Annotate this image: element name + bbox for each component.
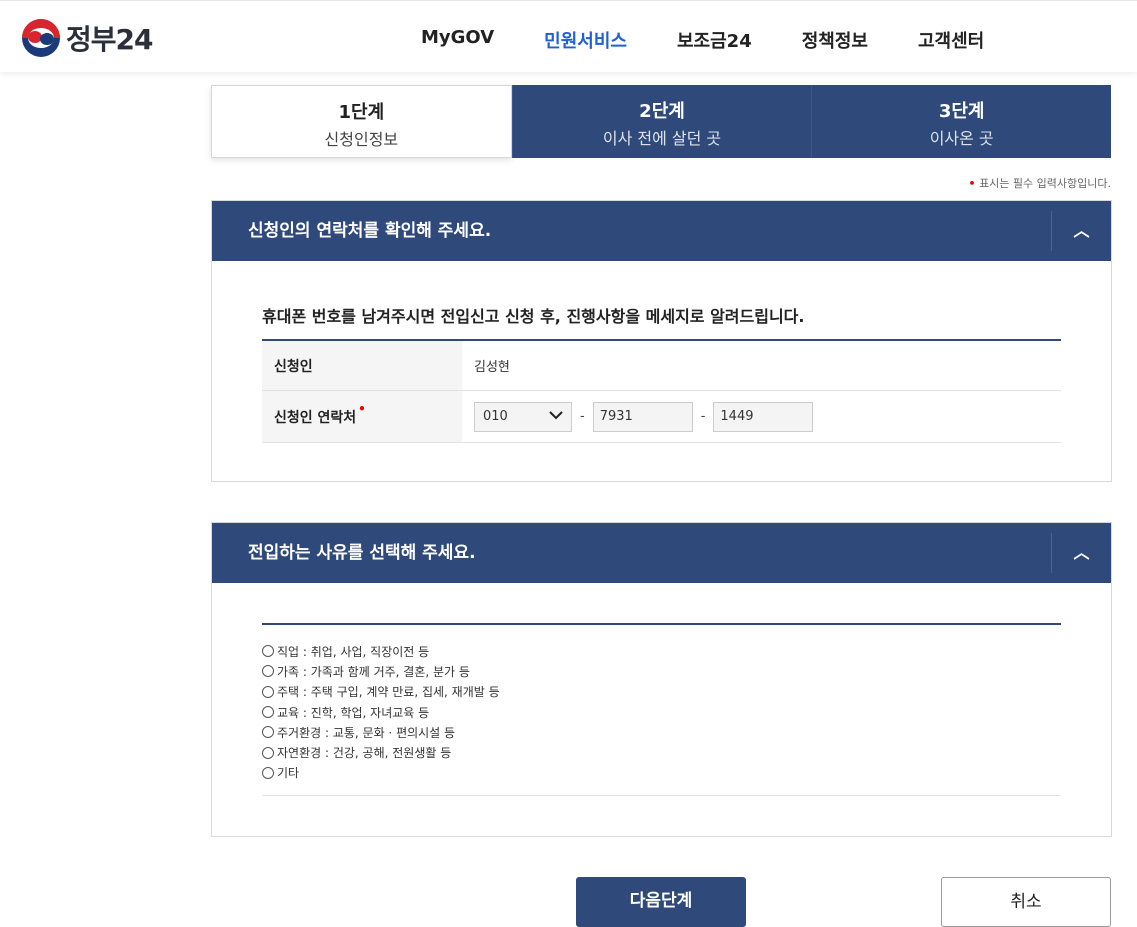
reason-option-label: 직업 : 취업, 사업, 직장이전 등 [277,644,430,659]
reason-option-living-env[interactable]: 주거환경 : 교통, 문화 · 편의시설 등 [262,722,500,742]
phone-prefix-select[interactable]: 010 [474,401,572,432]
menu-item-subsidy[interactable]: 보조금24 [677,27,752,53]
taegeuk-logo-icon [22,19,60,57]
table-row: 신청인 김성현 [262,341,1061,391]
phone-prefix-value: 010 [483,409,508,424]
phone-separator: - [580,409,585,424]
reason-panel-header: 전입하는 사유를 선택해 주세요. ︿ [212,523,1111,583]
applicant-value: 김성현 [474,360,510,375]
logo-text: 정부24 [66,23,153,56]
radio-icon[interactable] [262,726,274,739]
step-1-label: 신청인정보 [324,130,399,149]
chevron-down-icon [549,409,563,424]
phone-separator: - [700,409,706,424]
required-note-text: 표시는 필수 입력사항입니다. [979,177,1111,190]
applicant-label: 신청인 [262,341,462,390]
phone-last-input[interactable]: 1449 [713,401,814,432]
collapse-chevron-up-icon[interactable]: ︿ [1051,211,1111,251]
step-2-label: 이사 전에 살던 곳 [602,129,722,148]
global-header: 정부24 MyGOV 민원서비스 보조금24 정책정보 고객센터 [0,0,1137,72]
menu-item-civil-service[interactable]: 민원서비스 [544,27,627,53]
step-3-label: 이사온 곳 [929,129,994,148]
menu-item-customer-center[interactable]: 고객센터 [918,27,984,53]
reason-option-label: 자연환경 : 건강, 공해, 전원생활 등 [277,746,452,761]
reason-option-label: 주거환경 : 교통, 문화 · 편의시설 등 [277,725,456,740]
required-note: • 표시는 필수 입력사항입니다. [969,175,1111,191]
menu-item-policy[interactable]: 정책정보 [802,27,868,53]
radio-icon[interactable] [262,645,274,658]
reason-option-natural-env[interactable]: 자연환경 : 건강, 공해, 전원생활 등 [262,742,500,762]
contact-panel: 신청인의 연락처를 확인해 주세요. ︿ 휴대폰 번호를 남겨주시면 전입신고 … [211,200,1112,482]
reason-option-label: 주택 : 주택 구입, 계약 만료, 집세, 재개발 등 [277,685,500,700]
step-1-number: 1단계 [338,102,385,123]
phone-label-cell: 신청인 연락처 • [262,391,462,442]
reason-option-other[interactable]: 기타 [262,763,500,783]
next-step-button[interactable]: 다음단계 [576,877,746,927]
reason-option-label: 가족 : 가족과 함께 거주, 결혼, 분가 등 [277,664,470,679]
phone-inputs: 010 - 7931 - 1449 [462,391,1061,442]
reason-option-housing[interactable]: 주택 : 주택 구입, 계약 만료, 집세, 재개발 등 [262,682,500,702]
collapse-chevron-up-icon[interactable]: ︿ [1051,533,1111,573]
radio-icon[interactable] [262,685,274,698]
step-2-number: 2단계 [639,101,685,122]
cancel-button[interactable]: 취소 [941,877,1111,927]
radio-icon[interactable] [262,766,274,779]
step-3-number: 3단계 [938,101,985,122]
required-dot-icon: • [968,177,976,190]
step-indicator: 1단계 신청인정보 2단계 이사 전에 살던 곳 3단계 이사온 곳 [211,85,1112,158]
reason-options: 직업 : 취업, 사업, 직장이전 등 가족 : 가족과 함께 거주, 결혼, … [262,641,500,783]
radio-icon[interactable] [262,706,274,719]
contact-description: 휴대폰 번호를 남겨주시면 전입신고 신청 후, 진행사항을 메세지로 알려드립… [262,307,805,326]
phone-label: 신청인 연락처 [274,409,357,426]
divider [262,795,1061,796]
reason-panel-title: 전입하는 사유를 선택해 주세요. [248,543,476,563]
step-3: 3단계 이사온 곳 [811,85,1112,158]
menu-item-mygov[interactable]: MyGOV [421,27,494,53]
required-dot-icon: • [358,401,366,416]
reason-option-education[interactable]: 교육 : 진학, 학업, 자녀교육 등 [262,702,500,722]
contact-panel-header: 신청인의 연락처를 확인해 주세요. ︿ [212,201,1111,261]
main-menu: MyGOV 민원서비스 보조금24 정책정보 고객센터 [421,27,1034,53]
reason-option-family[interactable]: 가족 : 가족과 함께 거주, 결혼, 분가 등 [262,661,500,681]
radio-icon[interactable] [262,746,274,759]
step-2: 2단계 이사 전에 살던 곳 [511,85,812,158]
table-row: 신청인 연락처 • 010 - 7931 - 1449 [262,391,1061,443]
reason-option-label: 교육 : 진학, 학업, 자녀교육 등 [277,705,430,720]
reason-panel: 전입하는 사유를 선택해 주세요. ︿ 직업 : 취업, 사업, 직장이전 등 … [211,522,1112,837]
contact-panel-title: 신청인의 연락처를 확인해 주세요. [248,221,492,241]
phone-middle-input[interactable]: 7931 [592,401,693,432]
reason-option-job[interactable]: 직업 : 취업, 사업, 직장이전 등 [262,641,500,661]
step-1: 1단계 신청인정보 [211,85,512,158]
reason-option-label: 기타 [277,766,300,781]
divider [262,623,1061,625]
contact-table: 신청인 김성현 신청인 연락처 • 010 - 7931 - 1449 [262,339,1061,443]
site-logo[interactable]: 정부24 [22,18,153,58]
radio-icon[interactable] [262,665,274,678]
